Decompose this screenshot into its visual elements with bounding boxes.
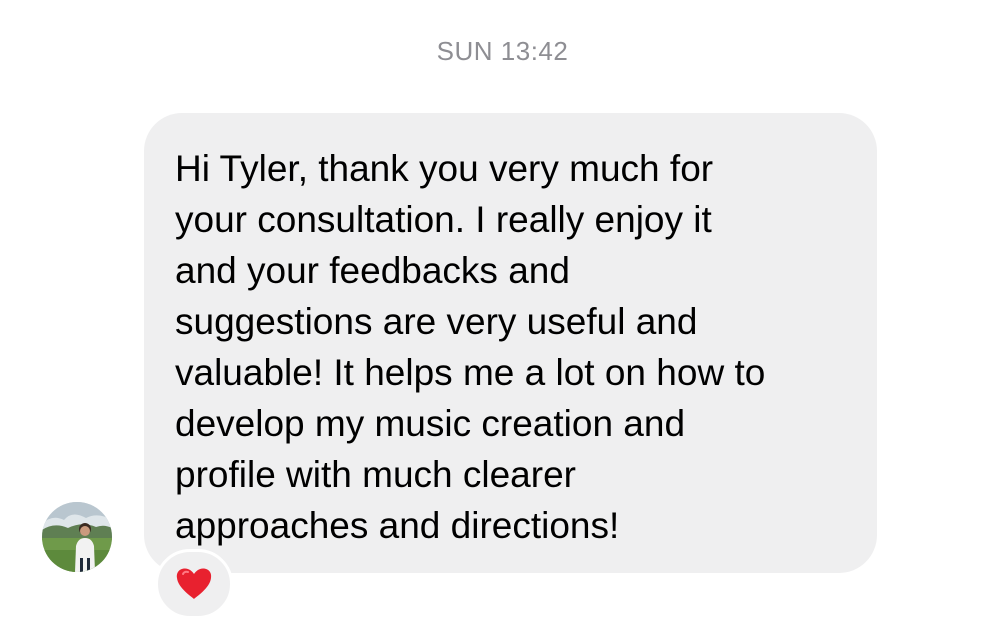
avatar-photo xyxy=(42,502,112,572)
sender-avatar[interactable] xyxy=(42,502,112,572)
message-timestamp: SUN 13:42 xyxy=(436,36,569,66)
reaction-badge[interactable] xyxy=(155,549,233,619)
message-bubble[interactable]: Hi Tyler, thank you very much for your c… xyxy=(144,113,877,573)
message-text: Hi Tyler, thank you very much for your c… xyxy=(175,148,766,546)
heart-icon xyxy=(176,568,212,599)
